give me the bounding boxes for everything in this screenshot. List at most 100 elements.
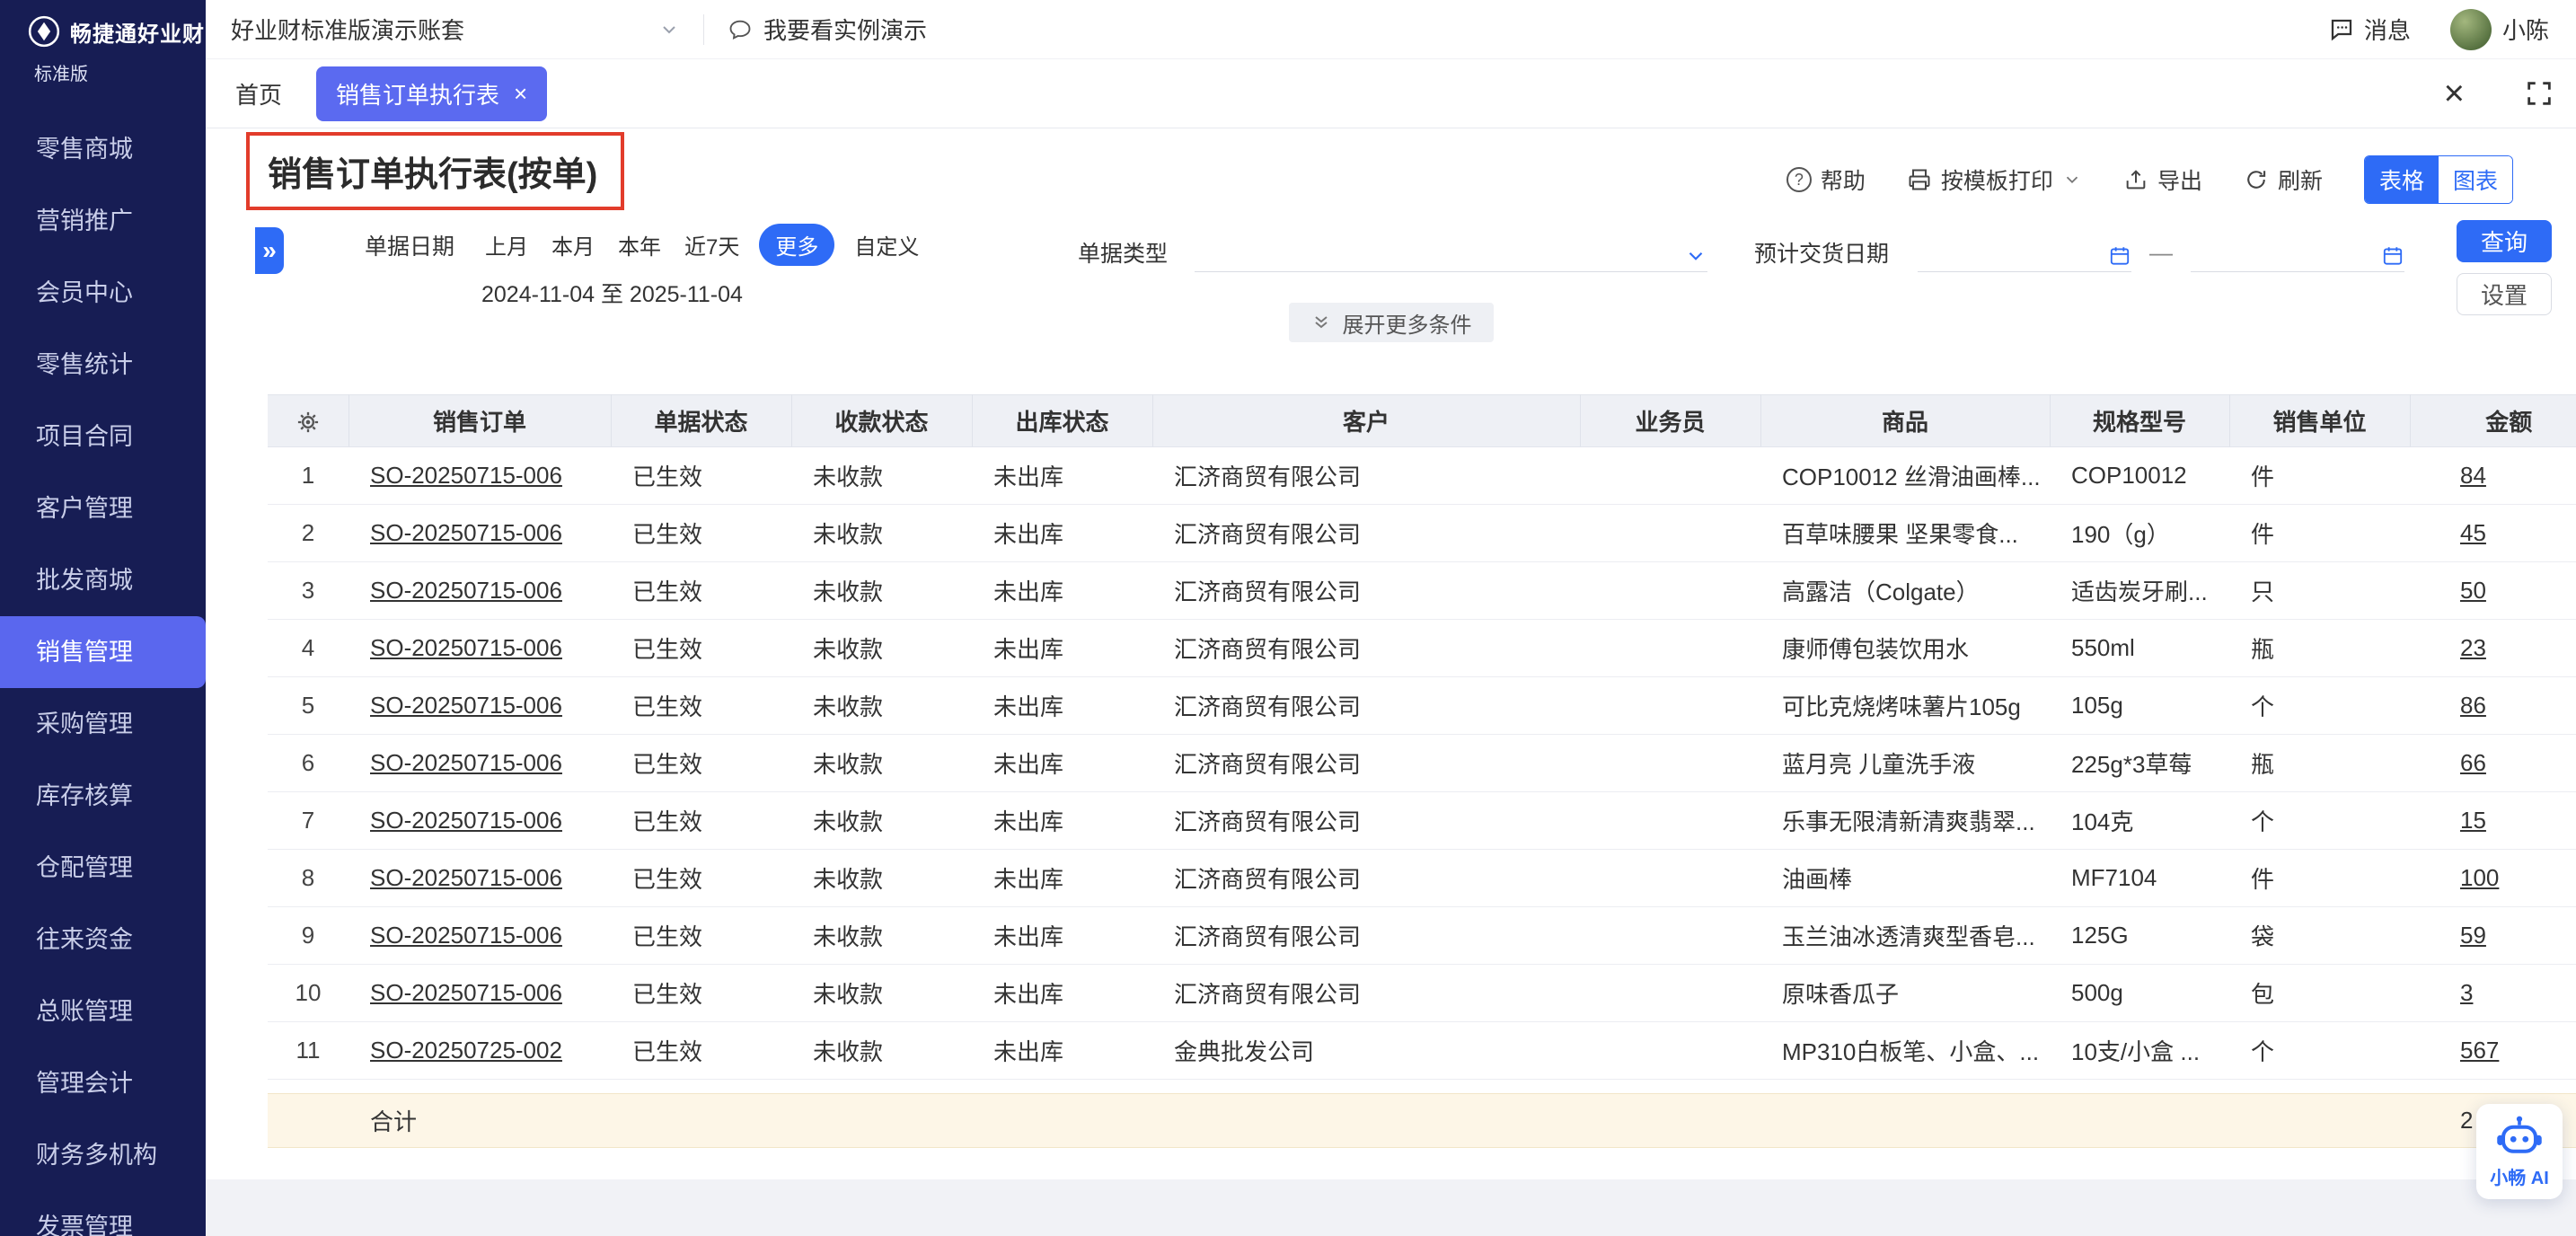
print-button[interactable]: 按模板打印 — [1907, 163, 2082, 196]
user-menu[interactable]: 小陈 — [2450, 9, 2549, 50]
amount-link[interactable]: 59 — [2460, 922, 2486, 949]
order-link[interactable]: SO-20250725-002 — [370, 1037, 562, 1064]
product: 玉兰油冰透清爽型香皂... — [1760, 907, 2050, 965]
amount-link[interactable]: 100 — [2460, 864, 2499, 891]
order-link[interactable]: SO-20250715-006 — [370, 692, 562, 719]
sidebar-item-customer-mgmt[interactable]: 客户管理 — [0, 472, 206, 544]
col-header-unit: 销售单位 — [2229, 395, 2410, 447]
fullscreen-icon[interactable] — [2524, 78, 2554, 109]
sidebar-item-wholesale-mall[interactable]: 批发商城 — [0, 544, 206, 616]
amount-link[interactable]: 66 — [2460, 749, 2486, 776]
col-header-order: 销售订单 — [348, 395, 611, 447]
sidebar-item-invoice-mgmt[interactable]: 发票管理 — [0, 1191, 206, 1236]
date-range-value[interactable]: 2024-11-04 至 2025-11-04 — [481, 277, 922, 309]
content: 销售订单执行表(按单) ? 帮助 按模板打印 — [206, 128, 2576, 1236]
product: 油画棒 — [1760, 850, 2050, 907]
export-button[interactable]: 导出 — [2123, 163, 2202, 196]
payment-status: 未收款 — [791, 620, 972, 677]
sidebar-item-funds[interactable]: 往来资金 — [0, 904, 206, 976]
sidebar-item-management-accounting[interactable]: 管理会计 — [0, 1047, 206, 1119]
refresh-button[interactable]: 刷新 — [2244, 163, 2323, 196]
spec-model: 500g — [2050, 965, 2229, 1022]
doc-status: 已生效 — [611, 620, 791, 677]
quick-option-last-month[interactable]: 上月 — [481, 224, 532, 266]
view-table-button[interactable]: 表格 — [2365, 156, 2439, 203]
outbound-status: 未出库 — [972, 965, 1152, 1022]
amount-link[interactable]: 86 — [2460, 692, 2486, 719]
sidebar-item-retail-mall[interactable]: 零售商城 — [0, 113, 206, 185]
sidebar-item-sales-mgmt[interactable]: 销售管理 — [0, 616, 206, 688]
payment-status: 未收款 — [791, 965, 972, 1022]
amount-link[interactable]: 23 — [2460, 634, 2486, 661]
order-link[interactable]: SO-20250715-006 — [370, 519, 562, 546]
sidebar-item-purchase-mgmt[interactable]: 采购管理 — [0, 688, 206, 760]
page-header: 销售订单执行表(按单) ? 帮助 按模板打印 — [206, 128, 2576, 218]
filter-panel-expand-button[interactable]: » — [255, 227, 284, 274]
tab-close-icon[interactable]: × — [514, 82, 527, 105]
sidebar-item-retail-stats[interactable]: 零售统计 — [0, 329, 206, 401]
expand-more-conditions[interactable]: 展开更多条件 — [1289, 303, 1494, 342]
sidebar-item-general-ledger[interactable]: 总账管理 — [0, 976, 206, 1047]
filter-actions: 查询 设置 — [2457, 220, 2552, 315]
order-link[interactable]: SO-20250715-006 — [370, 979, 562, 1006]
salesperson — [1580, 677, 1760, 735]
doc-status: 已生效 — [611, 1022, 791, 1080]
table-row: 6SO-20250715-006已生效未收款未出库汇济商贸有限公司蓝月亮 儿童洗… — [268, 735, 2576, 792]
doc-type-select[interactable] — [1195, 233, 1707, 272]
tab-active[interactable]: 销售订单执行表 × — [316, 66, 547, 121]
order-link[interactable]: SO-20250715-006 — [370, 577, 562, 604]
quick-option-this-month[interactable]: 本月 — [548, 224, 598, 266]
col-header-payment: 收款状态 — [791, 395, 972, 447]
spec-model: COP10012 — [2050, 447, 2229, 505]
quick-option-this-year[interactable]: 本年 — [614, 224, 665, 266]
quick-option-custom[interactable]: 自定义 — [851, 224, 922, 266]
sidebar-item-inventory-accounting[interactable]: 库存核算 — [0, 760, 206, 832]
amount-link[interactable]: 15 — [2460, 807, 2486, 834]
order-link[interactable]: SO-20250715-006 — [370, 634, 562, 661]
order-link[interactable]: SO-20250715-006 — [370, 462, 562, 489]
page-title: 销售订单执行表(按单) — [268, 146, 597, 196]
settings-button[interactable]: 设置 — [2457, 273, 2552, 315]
amount-link[interactable]: 3 — [2460, 979, 2473, 1006]
order-link[interactable]: SO-20250715-006 — [370, 864, 562, 891]
view-chart-button[interactable]: 图表 — [2439, 156, 2512, 203]
salesperson — [1580, 735, 1760, 792]
salesperson — [1580, 907, 1760, 965]
amount-link[interactable]: 567 — [2460, 1037, 2499, 1064]
row-number: 4 — [268, 620, 348, 677]
expand-more-label: 展开更多条件 — [1343, 307, 1472, 339]
table-row: 5SO-20250715-006已生效未收款未出库汇济商贸有限公司可比克烧烤味薯… — [268, 677, 2576, 735]
tab-home[interactable]: 首页 — [235, 77, 282, 110]
quick-option-last-7-days[interactable]: 近7天 — [681, 224, 743, 266]
sidebar-item-marketing[interactable]: 营销推广 — [0, 185, 206, 257]
amount-link[interactable]: 84 — [2460, 462, 2486, 489]
outbound-status: 未出库 — [972, 850, 1152, 907]
spec-model: 105g — [2050, 677, 2229, 735]
help-button[interactable]: ? 帮助 — [1786, 163, 1866, 196]
select-chevron-down-icon — [1684, 244, 1707, 268]
quick-option-more[interactable]: 更多 — [759, 224, 834, 266]
query-button[interactable]: 查询 — [2457, 220, 2552, 262]
demo-link[interactable]: 我要看实例演示 — [728, 13, 927, 46]
sidebar-item-member-center[interactable]: 会员中心 — [0, 257, 206, 329]
sidebar-item-warehouse-mgmt[interactable]: 仓配管理 — [0, 832, 206, 904]
total-label: 合计 — [348, 1094, 611, 1148]
column-settings-header[interactable] — [268, 395, 348, 447]
ai-assistant-button[interactable]: 小畅 AI — [2476, 1104, 2563, 1199]
messages-button[interactable]: 消息 — [2328, 13, 2411, 46]
col-header-product: 商品 — [1760, 395, 2050, 447]
panel-close-icon[interactable]: × — [2444, 75, 2465, 111]
order-link[interactable]: SO-20250715-006 — [370, 807, 562, 834]
amount-link[interactable]: 50 — [2460, 577, 2486, 604]
sidebar-item-project-contract[interactable]: 项目合同 — [0, 401, 206, 472]
help-label: 帮助 — [1821, 163, 1866, 196]
delivery-date-from-input[interactable] — [1918, 233, 2131, 272]
account-select[interactable]: 好业财标准版演示账套 — [231, 13, 680, 46]
payment-status: 未收款 — [791, 792, 972, 850]
sidebar-item-finance-multi-org[interactable]: 财务多机构 — [0, 1119, 206, 1191]
delivery-date-to-input[interactable] — [2191, 233, 2404, 272]
sales-unit: 个 — [2229, 1022, 2410, 1080]
order-link[interactable]: SO-20250715-006 — [370, 922, 562, 949]
amount-link[interactable]: 45 — [2460, 519, 2486, 546]
order-link[interactable]: SO-20250715-006 — [370, 749, 562, 776]
